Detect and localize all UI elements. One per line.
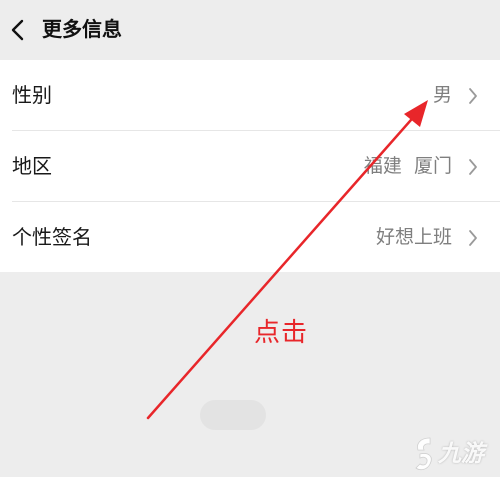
row-value: 男 (432, 84, 452, 106)
row-value: 好想上班 (375, 226, 452, 248)
page-title: 更多信息 (42, 17, 122, 41)
top-bar: 更多信息 (0, 0, 500, 60)
list-item-region[interactable]: 地区 福建 厦门 (0, 131, 500, 201)
watermark-text: 九游 (438, 441, 484, 467)
row-label: 性别 (12, 83, 52, 107)
blurred-button (200, 400, 266, 430)
watermark: 九游 (408, 432, 500, 477)
row-label: 个性签名 (12, 225, 92, 249)
list-item-gender[interactable]: 性别 男 (0, 60, 500, 130)
chevron-left-icon[interactable] (8, 18, 28, 42)
list-item-signature[interactable]: 个性签名 好想上班 (0, 202, 500, 272)
chevron-right-icon (469, 230, 477, 246)
row-label: 地区 (12, 154, 52, 178)
row-value: 福建 厦门 (363, 155, 452, 177)
nine-game-logo-icon (415, 437, 432, 471)
chevron-right-icon (469, 88, 477, 104)
chevron-right-icon (469, 159, 477, 175)
click-annotation-label: 点击 (254, 318, 309, 348)
info-list: 性别 男 地区 福建 厦门 个性签名 好想上班 (0, 60, 500, 272)
